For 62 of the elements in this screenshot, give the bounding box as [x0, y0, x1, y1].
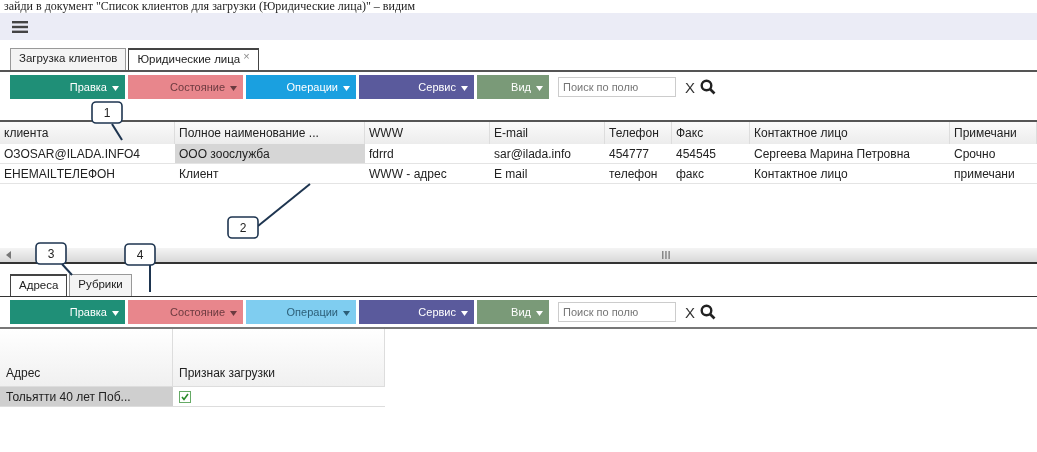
close-icon[interactable]: ×: [243, 50, 250, 62]
caret-icon: [230, 310, 237, 316]
table-cell: Сергеева Марина Петровна: [750, 144, 950, 164]
clear-button[interactable]: X: [685, 303, 695, 321]
table-cell: sar@ilada.info: [490, 144, 605, 164]
grip-icon: [662, 251, 670, 259]
column-header[interactable]: Телефон: [605, 122, 672, 144]
menu-button[interactable]: Сервис: [359, 300, 474, 324]
clear-button[interactable]: X: [685, 78, 695, 96]
table-cell: Клиент: [175, 164, 365, 184]
callout: 3: [35, 242, 73, 276]
column-header[interactable]: Примечани: [950, 122, 1037, 144]
table-cell: ЕНЕМAILТЕЛЕФОН: [0, 164, 175, 184]
document-text: зайди в документ "Список клиентов для загрузки (Юридические лица)" – видим: [3, 0, 417, 13]
caret-icon: [536, 85, 543, 91]
tab[interactable]: Рубрики: [69, 274, 132, 296]
caret-icon: [461, 310, 468, 316]
tab[interactable]: Загрузка клиентов: [10, 48, 127, 70]
table-cell: E mail: [490, 164, 605, 184]
column-header[interactable]: клиента: [0, 122, 175, 144]
column-header[interactable]: Факс: [672, 122, 750, 144]
caret-icon: [461, 85, 468, 91]
search-field[interactable]: Поиск по полю: [558, 77, 676, 97]
menu-button[interactable]: Правка: [10, 75, 125, 99]
search-field[interactable]: Поиск по полю: [558, 302, 676, 322]
table-cell: fdrrd: [365, 144, 490, 164]
column-header[interactable]: E-mail: [490, 122, 605, 144]
caret-icon: [536, 310, 543, 316]
menu-button[interactable]: Правка: [10, 300, 125, 324]
table-cell: ООО зоослужба: [175, 144, 365, 164]
table-cell: Тольятти 40 лет Поб...: [0, 387, 173, 407]
caret-icon: [343, 310, 350, 316]
column-header[interactable]: Адрес: [0, 329, 173, 387]
column-header[interactable]: Контактное лицо: [750, 122, 950, 144]
scroll-left-icon[interactable]: [6, 251, 12, 259]
tab[interactable]: Юридические лица ×: [128, 48, 259, 70]
table-cell: Контактное лицо: [750, 164, 950, 184]
column-header[interactable]: Полное наименование ...: [175, 122, 365, 144]
caret-icon: [112, 310, 119, 316]
menu-button[interactable]: Сервис: [359, 75, 474, 99]
menu-icon[interactable]: [12, 20, 28, 33]
checkbox[interactable]: [179, 390, 191, 403]
column-header[interactable]: Признак загрузки: [173, 329, 385, 387]
table-cell: 454777: [605, 144, 672, 164]
table-cell: примечани: [950, 164, 1037, 184]
caret-icon: [343, 85, 350, 91]
table-cell: телефон: [605, 164, 672, 184]
table-cell: Срочно: [950, 144, 1037, 164]
caret-icon: [230, 85, 237, 91]
table-cell: ОЗОSAR@ILADA.INFO4: [0, 144, 175, 164]
search-icon[interactable]: [700, 304, 716, 320]
tab[interactable]: Адреса: [10, 274, 68, 296]
callout: 2: [227, 183, 311, 239]
horizontal-scrollbar[interactable]: [0, 248, 1037, 264]
table-cell: факс: [672, 164, 750, 184]
column-header[interactable]: WWW: [365, 122, 490, 144]
table-cell: 454545: [672, 144, 750, 164]
table-cell: WWW - адрес: [365, 164, 490, 184]
search-icon[interactable]: [700, 79, 716, 95]
callout: 1: [91, 101, 123, 141]
callout: 4: [124, 243, 156, 293]
caret-icon: [112, 85, 119, 91]
